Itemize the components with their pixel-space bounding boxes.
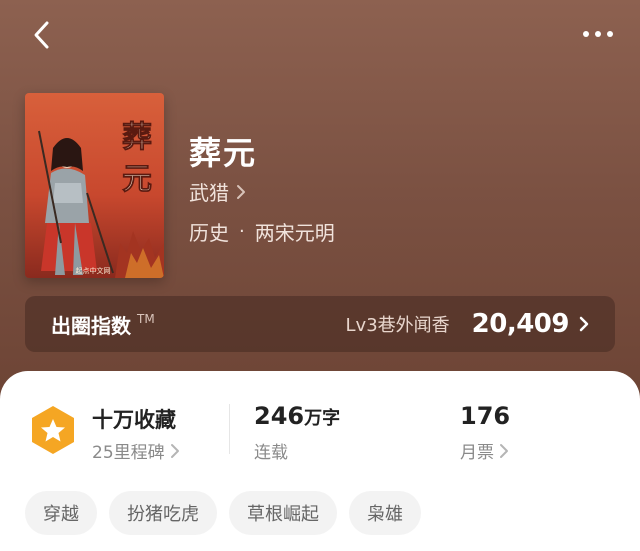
monthly-tickets-label: 月票 <box>460 443 494 463</box>
index-value: 20,409 <box>471 309 570 339</box>
serial-status: 连载 <box>254 443 288 463</box>
tag-item[interactable]: 扮猪吃虎 <box>109 491 217 535</box>
tag-list: 穿越 扮猪吃虎 草根崛起 枭雄 <box>25 491 421 535</box>
index-level: Lv3巷外闻香 <box>345 315 450 336</box>
chevron-right-icon <box>237 184 245 199</box>
chevron-right-icon <box>170 443 179 458</box>
monthly-tickets-link[interactable]: 月票 <box>460 438 510 463</box>
word-count-unit: 万字 <box>304 408 341 429</box>
monthly-tickets-count: 176 <box>460 402 511 430</box>
cover-illustration: 葬 元 起点中文网 <box>25 93 164 278</box>
word-count: 246万字 <box>254 402 340 430</box>
stats-divider <box>229 404 230 454</box>
more-dots-icon <box>583 31 613 37</box>
tag-item[interactable]: 草根崛起 <box>229 491 337 535</box>
tag-item[interactable]: 枭雄 <box>349 491 421 535</box>
index-label: 出圈指数 <box>51 313 131 338</box>
genre-separator: · <box>239 221 245 242</box>
trademark-mark: TM <box>137 312 155 326</box>
back-button[interactable] <box>26 18 60 52</box>
chevron-right-icon <box>579 316 589 332</box>
genre-row: 历史 · 两宋元明 <box>189 217 335 246</box>
more-button[interactable] <box>580 20 616 48</box>
milestone-badge-icon <box>28 404 78 456</box>
milestone-text: 25里程碑 <box>92 443 165 463</box>
top-bar <box>0 0 640 70</box>
author-link[interactable]: 武猎 <box>189 177 247 206</box>
tag-item[interactable]: 穿越 <box>25 491 97 535</box>
cover-title-1: 葬 <box>122 120 152 155</box>
genre-primary[interactable]: 历史 <box>189 217 229 246</box>
chevron-right-icon <box>500 443 508 458</box>
collect-title: 十万收藏 <box>92 408 176 432</box>
book-cover[interactable]: 葬 元 起点中文网 <box>25 93 164 278</box>
popularity-index-card[interactable]: 出圈指数 TM Lv3巷外闻香 20,409 <box>25 296 615 352</box>
book-title: 葬元 <box>189 134 258 172</box>
chevron-left-icon <box>34 21 49 49</box>
cover-title-2: 元 <box>122 162 152 197</box>
cover-publisher: 起点中文网 <box>76 266 111 275</box>
genre-secondary[interactable]: 两宋元明 <box>255 217 335 246</box>
author-name: 武猎 <box>189 181 229 205</box>
milestone-link[interactable]: 25里程碑 <box>92 438 181 463</box>
word-count-number: 246 <box>254 402 305 430</box>
